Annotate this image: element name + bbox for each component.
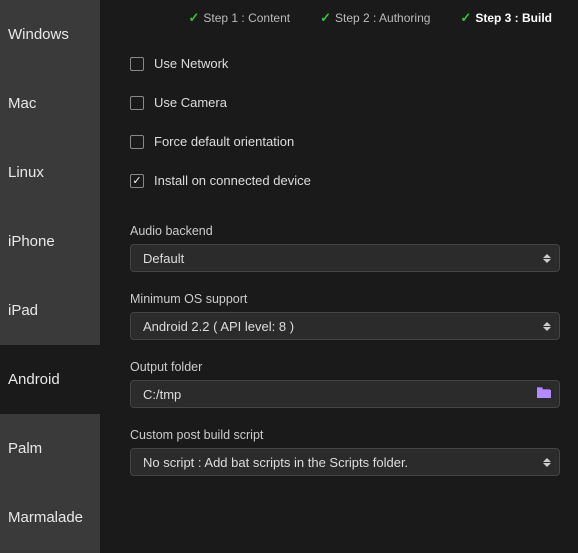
post-build-group: Custom post build script No script : Add… [130,428,560,476]
sidebar-item-ipad[interactable]: iPad [0,276,100,345]
check-icon: ✓ [460,10,471,26]
force-orientation-label: Force default orientation [154,134,294,149]
spinner-icon [540,249,554,267]
step-build[interactable]: ✓ Step 3 : Build [460,10,552,26]
step-content[interactable]: ✓ Step 1 : Content [188,10,290,26]
check-icon: ✓ [320,10,331,26]
use-camera-label: Use Camera [154,95,227,110]
install-device-label: Install on connected device [154,173,311,188]
build-form: Use Network Use Camera Force default ori… [130,48,560,476]
use-camera-row: Use Camera [130,87,560,126]
sidebar-item-iphone[interactable]: iPhone [0,207,100,276]
install-device-checkbox[interactable] [130,174,144,188]
audio-backend-select[interactable]: Default [130,244,560,272]
min-os-group: Minimum OS support Android 2.2 ( API lev… [130,292,560,340]
force-orientation-row: Force default orientation [130,126,560,165]
sidebar-item-mac[interactable]: Mac [0,69,100,138]
sidebar-item-android[interactable]: Android [0,345,100,414]
output-folder-label: Output folder [130,360,560,374]
use-network-row: Use Network [130,48,560,87]
platform-sidebar: Windows Mac Linux iPhone iPad Android Pa… [0,0,100,553]
step-authoring[interactable]: ✓ Step 2 : Authoring [320,10,430,26]
output-folder-input[interactable] [130,380,560,408]
use-camera-checkbox[interactable] [130,96,144,110]
sidebar-item-palm[interactable]: Palm [0,414,100,483]
output-folder-group: Output folder [130,360,560,408]
sidebar-item-linux[interactable]: Linux [0,138,100,207]
folder-icon[interactable] [536,386,552,402]
sidebar-item-marmalade[interactable]: Marmalade [0,483,100,552]
audio-backend-group: Audio backend Default [130,224,560,272]
audio-backend-label: Audio backend [130,224,560,238]
wizard-steps: ✓ Step 1 : Content ✓ Step 2 : Authoring … [130,0,560,48]
use-network-label: Use Network [154,56,228,71]
use-network-checkbox[interactable] [130,57,144,71]
post-build-select[interactable]: No script : Add bat scripts in the Scrip… [130,448,560,476]
post-build-label: Custom post build script [130,428,560,442]
min-os-select[interactable]: Android 2.2 ( API level: 8 ) [130,312,560,340]
install-device-row: Install on connected device [130,165,560,204]
force-orientation-checkbox[interactable] [130,135,144,149]
sidebar-item-windows[interactable]: Windows [0,0,100,69]
check-icon: ✓ [188,10,199,26]
main-panel: ✓ Step 1 : Content ✓ Step 2 : Authoring … [100,0,578,553]
min-os-label: Minimum OS support [130,292,560,306]
spinner-icon [540,317,554,335]
spinner-icon [540,453,554,471]
